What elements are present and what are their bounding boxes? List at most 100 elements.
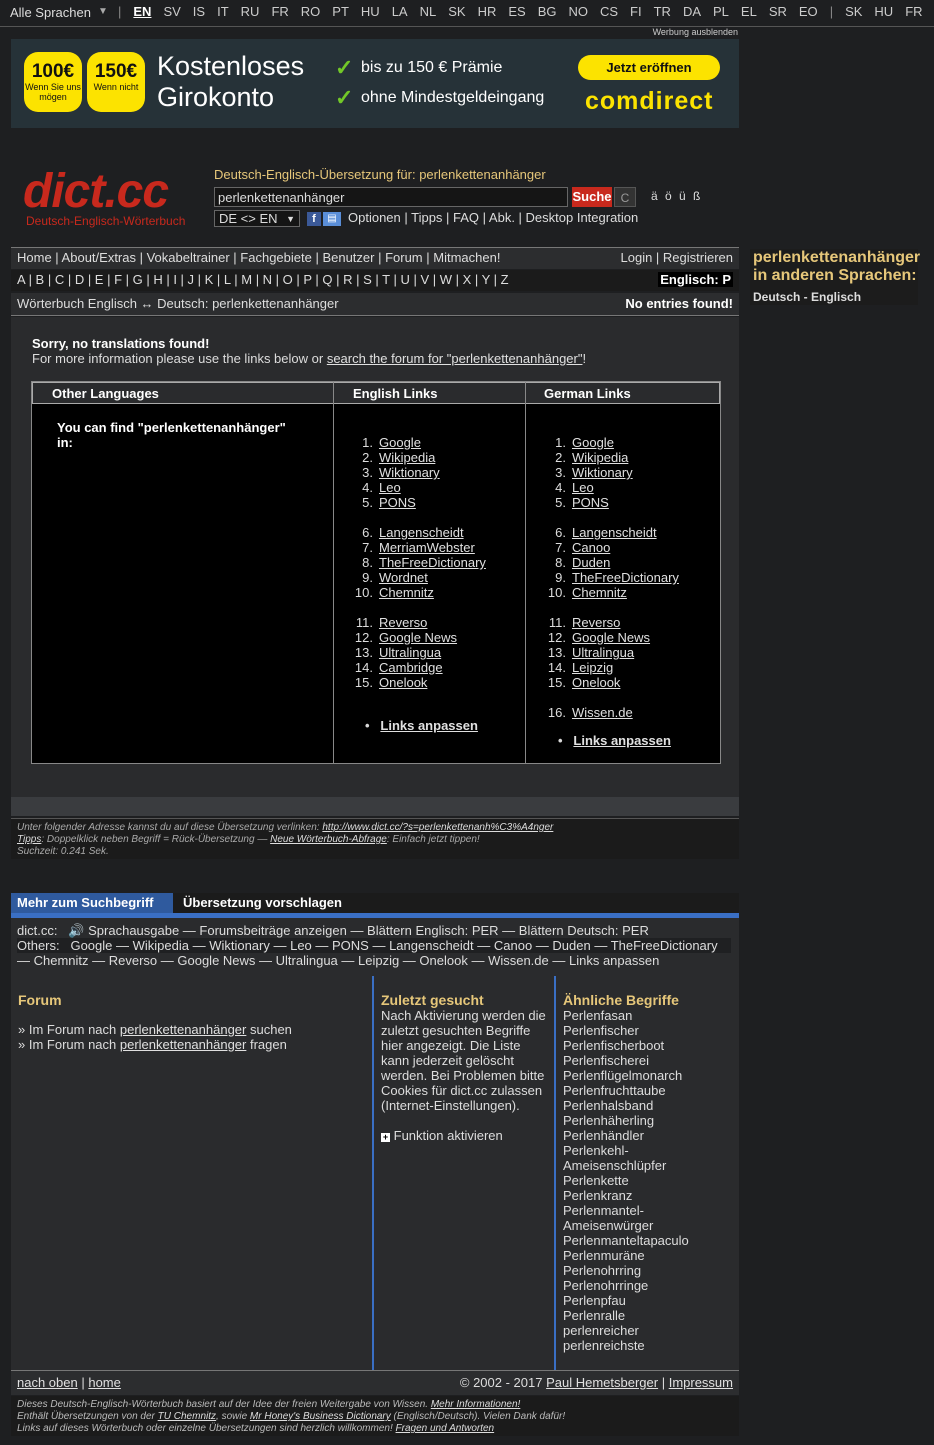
external-link[interactable]: Duden [572, 555, 610, 570]
faq-link[interactable]: Fragen und Antworten [396, 1423, 495, 1434]
language-link-pl[interactable]: PL [713, 4, 729, 19]
others-links[interactable]: Google — Wikipedia — Wiktionary — Leo — … [70, 938, 717, 953]
ad-cta-button[interactable]: Jetzt eröffnen [578, 55, 720, 80]
language-link-extra-hu[interactable]: HU [874, 4, 893, 19]
dictcc-links[interactable]: Sprachausgabe — Forumsbeiträge anzeigen … [88, 923, 649, 938]
umlaut-buttons[interactable]: ä ö ü ß [651, 189, 702, 203]
more-info-link[interactable]: Mehr Informationen! [431, 1399, 521, 1410]
external-link[interactable]: Google [572, 435, 614, 450]
language-link-extra-fr[interactable]: FR [905, 4, 922, 19]
similar-term[interactable]: perlenreichste [563, 1338, 689, 1353]
external-link[interactable]: Wikipedia [572, 450, 628, 465]
permalink-link[interactable]: http://www.dict.cc/?s=perlenkettenanh%C3… [322, 822, 553, 833]
similar-term[interactable]: Ameisenwürger [563, 1218, 689, 1233]
language-link-sk[interactable]: SK [448, 4, 465, 19]
similar-term[interactable]: Perlenralle [563, 1308, 689, 1323]
language-link-hu[interactable]: HU [361, 4, 380, 19]
external-link[interactable]: Leo [379, 480, 401, 495]
new-query-link[interactable]: Neue Wörterbuch-Abfrage [270, 834, 387, 845]
similar-term[interactable]: Perlenfischerei [563, 1053, 689, 1068]
similar-term[interactable]: Perlenhändler [563, 1128, 689, 1143]
language-link-da[interactable]: DA [683, 4, 701, 19]
share-icon[interactable]: ▤ [323, 212, 341, 226]
language-link-nl[interactable]: NL [420, 4, 437, 19]
author-link[interactable]: Paul Hemetsberger [546, 1375, 658, 1390]
external-link[interactable]: Langenscheidt [379, 525, 464, 540]
external-link[interactable]: PONS [572, 495, 609, 510]
similar-term[interactable]: perlenreicher [563, 1323, 689, 1338]
impressum-link[interactable]: Impressum [669, 1375, 733, 1390]
similar-term[interactable]: Perlenohrring [563, 1263, 689, 1278]
external-link[interactable]: Reverso [572, 615, 620, 630]
honey-dictionary-link[interactable]: Mr Honey's Business Dictionary [250, 1411, 391, 1422]
speaker-icon[interactable]: 🔊 [68, 923, 84, 938]
adjust-links-link[interactable]: Links anpassen [573, 733, 671, 748]
language-link-extra-sk[interactable]: SK [845, 4, 862, 19]
activate-function-link[interactable]: Funktion aktivieren [394, 1128, 503, 1143]
similar-term[interactable]: Perlenkranz [563, 1188, 689, 1203]
external-link[interactable]: Leipzig [572, 660, 613, 675]
forum-ask-term-link[interactable]: perlenkettenanhänger [120, 1037, 247, 1052]
home-link[interactable]: home [88, 1375, 121, 1390]
forum-search-link[interactable]: search the forum for "perlenkettenanhäng… [327, 351, 583, 366]
language-link-cs[interactable]: CS [600, 4, 618, 19]
external-link[interactable]: Chemnitz [379, 585, 434, 600]
similar-term[interactable]: Perlenmantel- [563, 1203, 689, 1218]
search-input[interactable] [214, 187, 568, 207]
similar-term[interactable]: Perlenohrringe [563, 1278, 689, 1293]
external-link[interactable]: Ultralingua [379, 645, 441, 660]
forum-search-term-link[interactable]: perlenkettenanhänger [120, 1022, 247, 1037]
language-link-es[interactable]: ES [508, 4, 525, 19]
search-button[interactable]: Suche [572, 187, 612, 207]
advertisement-banner[interactable]: 100€ Wenn Sie uns mögen 150€ Wenn nicht … [11, 39, 739, 128]
similar-term[interactable]: Perlenfischer [563, 1023, 689, 1038]
language-link-ru[interactable]: RU [241, 4, 260, 19]
facebook-icon[interactable]: f [307, 212, 321, 226]
external-link[interactable]: PONS [379, 495, 416, 510]
clear-button[interactable]: C [614, 187, 636, 207]
tab-suggest-translation[interactable]: Übersetzung vorschlagen [183, 895, 342, 910]
similar-term[interactable]: Perlenmanteltapaculo [563, 1233, 689, 1248]
language-link-sr[interactable]: SR [769, 4, 787, 19]
language-link-no[interactable]: NO [568, 4, 588, 19]
similar-term[interactable]: Perlenkehl- [563, 1143, 689, 1158]
other-languages-pair[interactable]: Deutsch - Englisch [753, 290, 861, 304]
external-link[interactable]: Google [379, 435, 421, 450]
account-links[interactable]: Login | Registrieren [621, 250, 734, 265]
similar-term[interactable]: Perlenmuräne [563, 1248, 689, 1263]
similar-term[interactable]: Perlenhäherling [563, 1113, 689, 1128]
external-link[interactable]: Cambridge [379, 660, 443, 675]
tips-link[interactable]: Tipps [17, 834, 41, 845]
language-link-bg[interactable]: BG [538, 4, 557, 19]
external-link[interactable]: Canoo [572, 540, 610, 555]
external-link[interactable]: Wiktionary [572, 465, 633, 480]
language-link-it[interactable]: IT [217, 4, 229, 19]
language-link-eo[interactable]: EO [799, 4, 818, 19]
external-link[interactable]: Chemnitz [572, 585, 627, 600]
external-link[interactable]: Reverso [379, 615, 427, 630]
language-link-ro[interactable]: RO [301, 4, 321, 19]
site-logo[interactable]: dict.cc [23, 166, 169, 218]
language-link-hr[interactable]: HR [478, 4, 497, 19]
language-link-fr[interactable]: FR [271, 4, 288, 19]
all-languages-dropdown[interactable]: Alle Sprachen [10, 5, 91, 20]
external-link[interactable]: Wiktionary [379, 465, 440, 480]
similar-term[interactable]: Perlenkette [563, 1173, 689, 1188]
language-link-pt[interactable]: PT [332, 4, 349, 19]
language-link-la[interactable]: LA [392, 4, 408, 19]
language-link-fi[interactable]: FI [630, 4, 642, 19]
external-link[interactable]: Leo [572, 480, 594, 495]
external-link[interactable]: Google News [379, 630, 457, 645]
similar-term[interactable]: Ameisenschlüpfer [563, 1158, 689, 1173]
external-link[interactable]: Wissen.de [572, 705, 633, 720]
external-link[interactable]: Wikipedia [379, 450, 435, 465]
header-links[interactable]: Optionen | Tipps | FAQ | Abk. | Desktop … [348, 210, 638, 225]
external-link[interactable]: Wordnet [379, 570, 428, 585]
similar-term[interactable]: Perlenfruchttaube [563, 1083, 689, 1098]
others-line-2[interactable]: — Chemnitz — Reverso — Google News — Ult… [17, 953, 659, 968]
plus-icon[interactable]: + [381, 1133, 390, 1142]
external-link[interactable]: Google News [572, 630, 650, 645]
external-link[interactable]: Onelook [379, 675, 427, 690]
external-link[interactable]: TheFreeDictionary [572, 570, 679, 585]
tab-more-about-term[interactable]: Mehr zum Suchbegriff [11, 893, 173, 913]
